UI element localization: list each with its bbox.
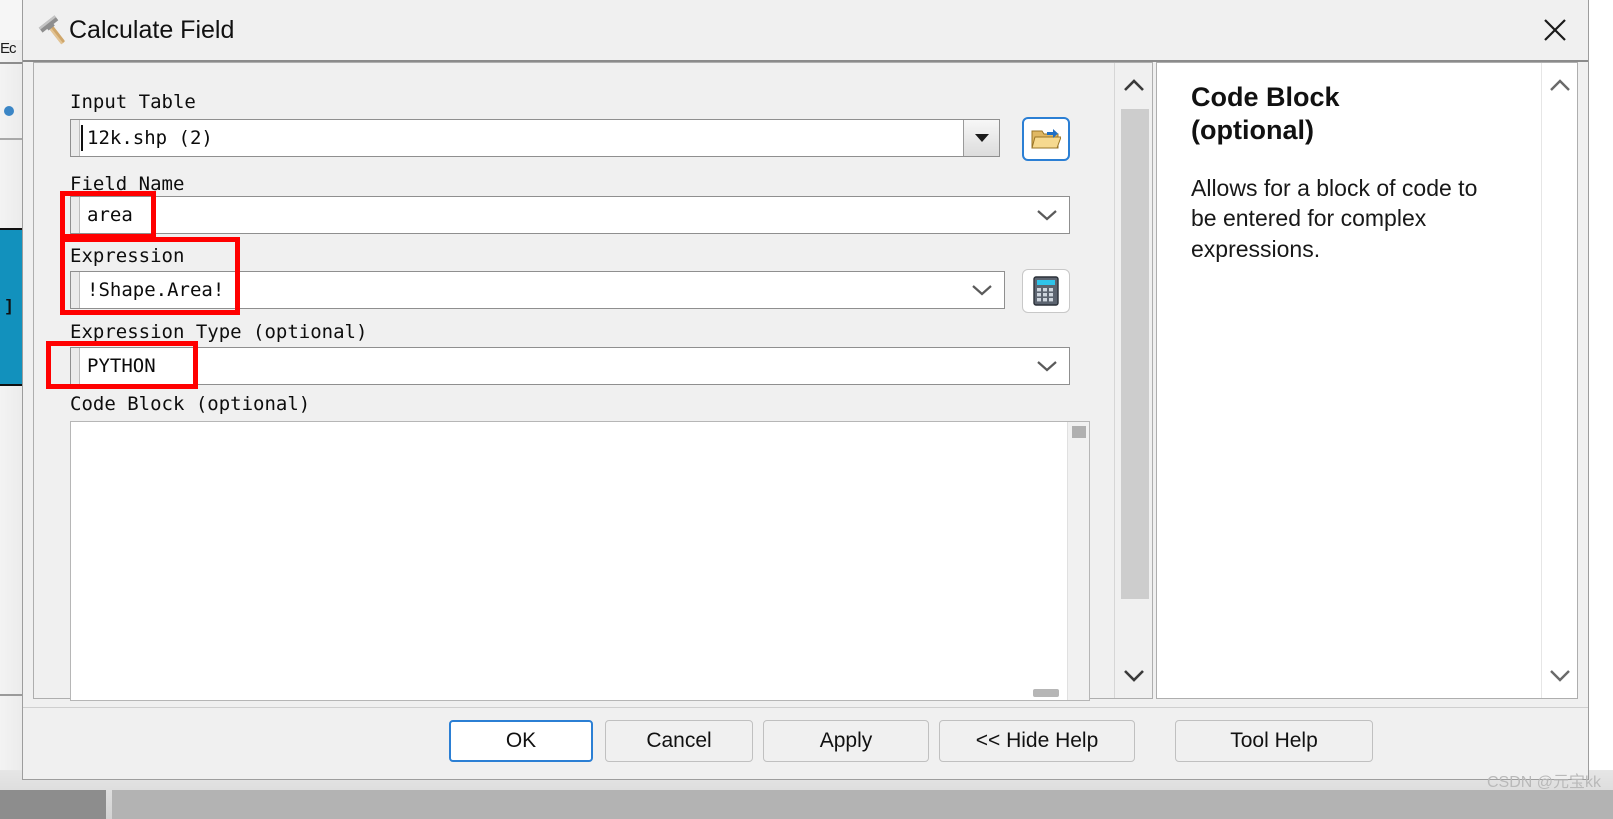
calculator-icon[interactable]	[1022, 269, 1070, 313]
scroll-up-icon[interactable]	[1542, 65, 1578, 107]
expression-value: !Shape.Area!	[87, 279, 225, 301]
help-title: Code Block (optional)	[1191, 81, 1509, 147]
input-table-gutter	[71, 120, 80, 156]
calculate-field-dialog: Calculate Field Input Table 12k.shp (2)	[22, 0, 1589, 780]
help-title-line-2: (optional)	[1191, 114, 1314, 145]
cancel-button[interactable]: Cancel	[605, 720, 753, 762]
chevron-down-icon[interactable]	[1025, 348, 1069, 384]
close-icon[interactable]	[1522, 0, 1588, 60]
input-table-value: 12k.shp (2)	[87, 127, 213, 149]
expression-type-combo[interactable]: PYTHON	[70, 347, 1070, 385]
expression-type-gutter	[71, 348, 80, 384]
hide-help-button[interactable]: << Hide Help	[939, 720, 1135, 762]
code-block-scrollbar-thumb[interactable]	[1072, 426, 1086, 438]
help-scrollbar[interactable]	[1541, 63, 1577, 698]
chevron-down-icon[interactable]	[1025, 197, 1069, 233]
expression-gutter	[71, 272, 80, 308]
label-expression: Expression	[70, 245, 185, 267]
dialog-titlebar: Calculate Field	[23, 0, 1588, 62]
tool-help-button[interactable]: Tool Help	[1175, 720, 1373, 762]
background-taskbar-left	[0, 790, 106, 819]
code-block-textarea[interactable]	[70, 421, 1090, 701]
dialog-body: Input Table 12k.shp (2) Field Name area …	[23, 62, 1588, 707]
scroll-down-icon[interactable]	[1115, 654, 1153, 696]
ok-button[interactable]: OK	[449, 720, 593, 762]
parameters-scrollbar[interactable]	[1114, 63, 1152, 698]
help-content: Code Block (optional) Allows for a block…	[1191, 81, 1509, 264]
code-block-scrollbar[interactable]	[1067, 422, 1089, 700]
code-block-hscroll-thumb[interactable]	[1033, 689, 1059, 697]
label-code-block: Code Block (optional)	[70, 393, 311, 415]
expression-type-value: PYTHON	[87, 355, 156, 377]
background-dot-icon	[4, 106, 14, 116]
field-name-value: area	[87, 204, 133, 226]
label-field-name: Field Name	[70, 173, 185, 195]
help-title-line-1: Code Block	[1191, 82, 1340, 112]
dialog-footer: OK Cancel Apply << Hide Help Tool Help	[23, 707, 1588, 779]
background-taskbar-right	[112, 790, 1613, 819]
text-caret	[81, 125, 83, 151]
parameters-scrollbar-thumb[interactable]	[1121, 109, 1149, 599]
expression-combo[interactable]: !Shape.Area!	[70, 271, 1005, 309]
scroll-up-icon[interactable]	[1115, 65, 1153, 107]
input-table-combo[interactable]: 12k.shp (2)	[70, 119, 1000, 157]
label-expression-type: Expression Type (optional)	[70, 321, 368, 343]
watermark: CSDN @元宝kk	[1486, 774, 1601, 791]
apply-button[interactable]: Apply	[763, 720, 929, 762]
help-pane: Code Block (optional) Allows for a block…	[1156, 62, 1578, 699]
scroll-down-icon[interactable]	[1542, 654, 1578, 696]
label-input-table: Input Table	[70, 91, 196, 113]
input-table-dropdown-arrow[interactable]	[963, 120, 999, 156]
background-selected-label: ]	[6, 296, 12, 315]
page-title: Calculate Field	[69, 16, 235, 44]
field-name-combo[interactable]: area	[70, 196, 1070, 234]
chevron-down-icon[interactable]	[960, 272, 1004, 308]
field-name-gutter	[71, 197, 80, 233]
hammer-tool-icon	[35, 12, 73, 50]
open-folder-icon[interactable]	[1022, 117, 1070, 161]
parameters-pane: Input Table 12k.shp (2) Field Name area …	[33, 62, 1153, 701]
help-body-text: Allows for a block of code to be entered…	[1191, 174, 1478, 262]
